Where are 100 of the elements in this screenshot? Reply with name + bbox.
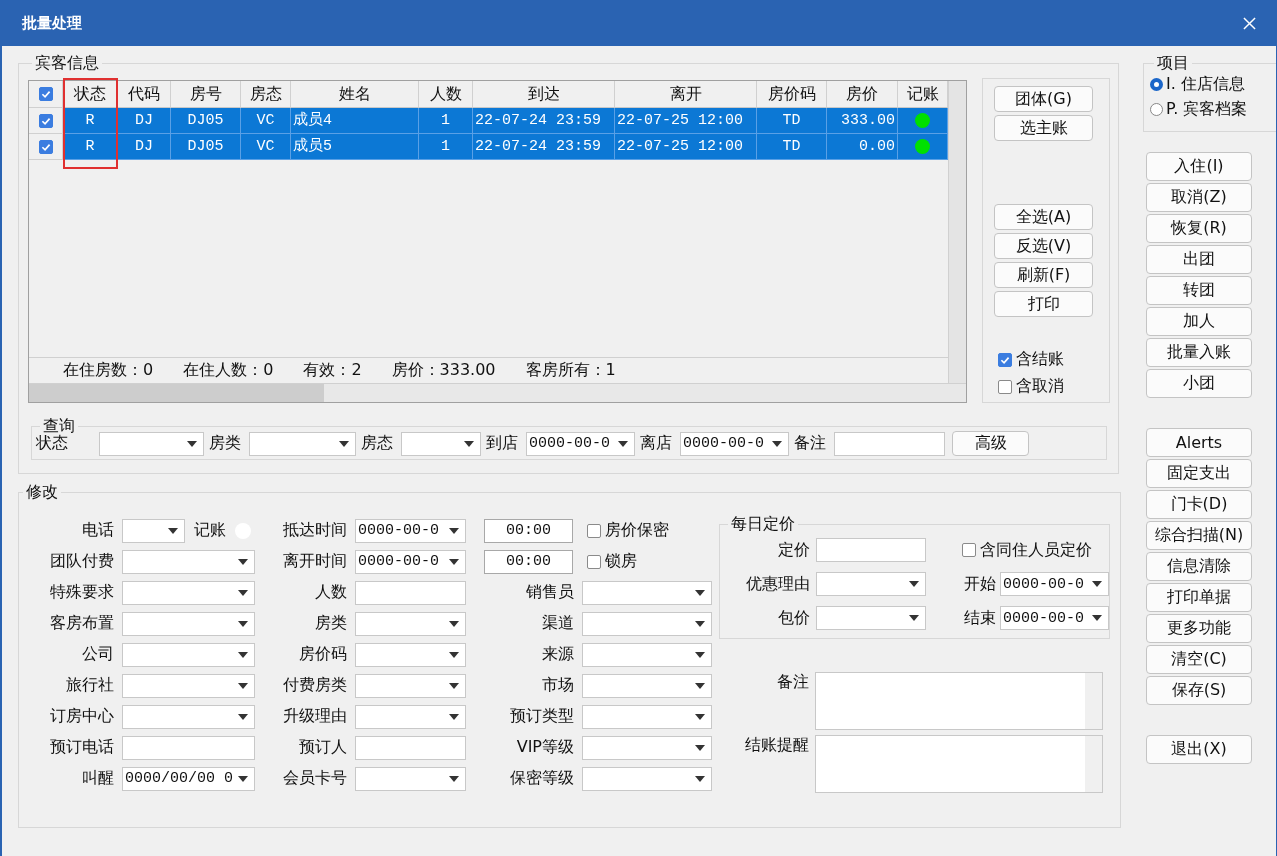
radio-button[interactable] — [1150, 78, 1163, 91]
button[interactable]: 批量入账 — [1146, 338, 1252, 367]
column-header[interactable]: 姓名 — [291, 81, 419, 108]
field-label: 优惠理由 — [745, 573, 811, 595]
dropdown[interactable] — [582, 611, 712, 636]
button[interactable]: 综合扫描(N) — [1146, 521, 1252, 550]
radio-button[interactable] — [1150, 103, 1163, 116]
button[interactable]: 更多功能 — [1146, 614, 1252, 643]
dropdown[interactable] — [816, 572, 926, 596]
input-field[interactable] — [816, 538, 926, 562]
dropdown[interactable]: 0000/00/00 0 — [122, 766, 255, 791]
dropdown[interactable] — [122, 580, 255, 605]
button[interactable]: 刷新(F) — [994, 262, 1093, 288]
dropdown[interactable] — [355, 611, 466, 636]
dropdown[interactable]: 0000-00-0 — [680, 431, 789, 456]
column-header[interactable]: 房态 — [241, 81, 291, 108]
dropdown[interactable] — [582, 673, 712, 698]
table-cell-text: TD — [782, 137, 801, 157]
column-header[interactable]: 离开 — [615, 81, 757, 108]
dropdown[interactable] — [122, 673, 255, 698]
button[interactable]: 保存(S) — [1146, 676, 1252, 705]
dropdown[interactable] — [122, 642, 255, 667]
dropdown[interactable] — [816, 606, 926, 630]
dropdown[interactable] — [582, 642, 712, 667]
button[interactable]: 团体(G) — [994, 86, 1093, 112]
button[interactable]: 反选(V) — [994, 233, 1093, 259]
dropdown[interactable] — [355, 673, 466, 698]
column-header[interactable]: 代码 — [118, 81, 171, 108]
button[interactable]: 打印 — [994, 291, 1093, 317]
button[interactable]: 加人 — [1146, 307, 1252, 336]
checkbox[interactable] — [587, 554, 601, 569]
field-label: 叫醒 — [81, 768, 115, 789]
dropdown[interactable] — [582, 735, 712, 760]
checkbox[interactable] — [998, 379, 1012, 394]
dropdown[interactable] — [122, 611, 255, 636]
text-area[interactable] — [815, 735, 1103, 793]
dropdown[interactable] — [582, 766, 712, 791]
column-header[interactable]: 记账 — [898, 81, 948, 108]
column-header[interactable]: 房价码 — [757, 81, 827, 108]
column-header[interactable]: 到达 — [473, 81, 615, 108]
button[interactable]: 转团 — [1146, 276, 1252, 305]
checkbox[interactable] — [38, 87, 53, 101]
button[interactable]: 信息清除 — [1146, 552, 1252, 581]
dropdown[interactable] — [401, 431, 481, 456]
scrollbar[interactable] — [29, 383, 966, 402]
button[interactable]: 选主账 — [994, 115, 1093, 141]
checkbox[interactable] — [962, 543, 976, 557]
close-icon[interactable] — [1243, 16, 1256, 30]
input-field[interactable] — [122, 735, 255, 760]
button[interactable]: Alerts — [1146, 428, 1252, 457]
button[interactable]: 入住(I) — [1146, 152, 1252, 181]
field-label: 包价 — [777, 607, 811, 629]
input-field[interactable] — [834, 431, 945, 456]
dropdown[interactable] — [355, 704, 466, 729]
field-label: 状态 — [36, 433, 68, 454]
dropdown[interactable] — [355, 642, 466, 667]
button[interactable]: 小团 — [1146, 369, 1252, 398]
checkbox[interactable] — [998, 352, 1012, 367]
button[interactable]: 出团 — [1146, 245, 1252, 274]
input-field[interactable] — [355, 580, 466, 605]
dropdown[interactable] — [355, 766, 466, 791]
button[interactable]: 门卡(D) — [1146, 490, 1252, 519]
button[interactable]: 取消(Z) — [1146, 183, 1252, 212]
button[interactable]: 清空(C) — [1146, 645, 1252, 674]
field-label: VIP等级 — [515, 737, 575, 758]
column-header[interactable]: 人数 — [419, 81, 473, 108]
input-field[interactable] — [355, 735, 466, 760]
time-field[interactable]: 00:00 — [484, 518, 573, 543]
dropdown[interactable] — [249, 431, 356, 456]
field-label: 记账 — [194, 520, 226, 541]
button[interactable]: 高级 — [952, 431, 1029, 456]
column-header[interactable]: 房价 — [827, 81, 898, 108]
field-label: 结束 — [963, 607, 997, 629]
checkbox[interactable] — [38, 113, 53, 128]
dropdown[interactable]: 0000-00-0 — [355, 549, 466, 574]
button[interactable]: 全选(A) — [994, 204, 1093, 230]
dropdown[interactable] — [582, 704, 712, 729]
dropdown[interactable]: 0000-00-0 — [355, 518, 466, 543]
table-row[interactable]: R DJ DJ05 VC 成员4 1 22-07-24 23:59 22-07-25 12:00 TD 333.00 — [29, 108, 948, 134]
button[interactable]: 打印单据 — [1146, 583, 1252, 612]
checkbox[interactable] — [587, 523, 601, 538]
dropdown[interactable] — [582, 580, 712, 605]
dropdown[interactable] — [122, 549, 255, 574]
dropdown[interactable]: 0000-00-0 — [1000, 572, 1109, 596]
column-header[interactable]: 房号 — [171, 81, 241, 108]
table-cell-text: TD — [782, 111, 801, 131]
dropdown[interactable] — [99, 431, 204, 456]
button[interactable]: 恢复(R) — [1146, 214, 1252, 243]
table-row[interactable]: R DJ DJ05 VC 成员5 1 22-07-24 23:59 22-07-25 12:00 TD 0.00 — [29, 134, 948, 160]
dropdown[interactable]: 0000-00-0 — [1000, 606, 1109, 630]
dropdown[interactable] — [122, 518, 185, 543]
dropdown[interactable]: 0000-00-0 — [526, 431, 635, 456]
time-field[interactable]: 00:00 — [484, 549, 573, 574]
button[interactable]: 退出(X) — [1146, 735, 1252, 764]
dropdown[interactable] — [122, 704, 255, 729]
checkbox[interactable] — [38, 139, 53, 154]
scrollbar-thumb[interactable] — [29, 384, 324, 402]
text-area[interactable] — [815, 672, 1103, 730]
scrollbar[interactable] — [948, 81, 966, 383]
button[interactable]: 固定支出 — [1146, 459, 1252, 488]
